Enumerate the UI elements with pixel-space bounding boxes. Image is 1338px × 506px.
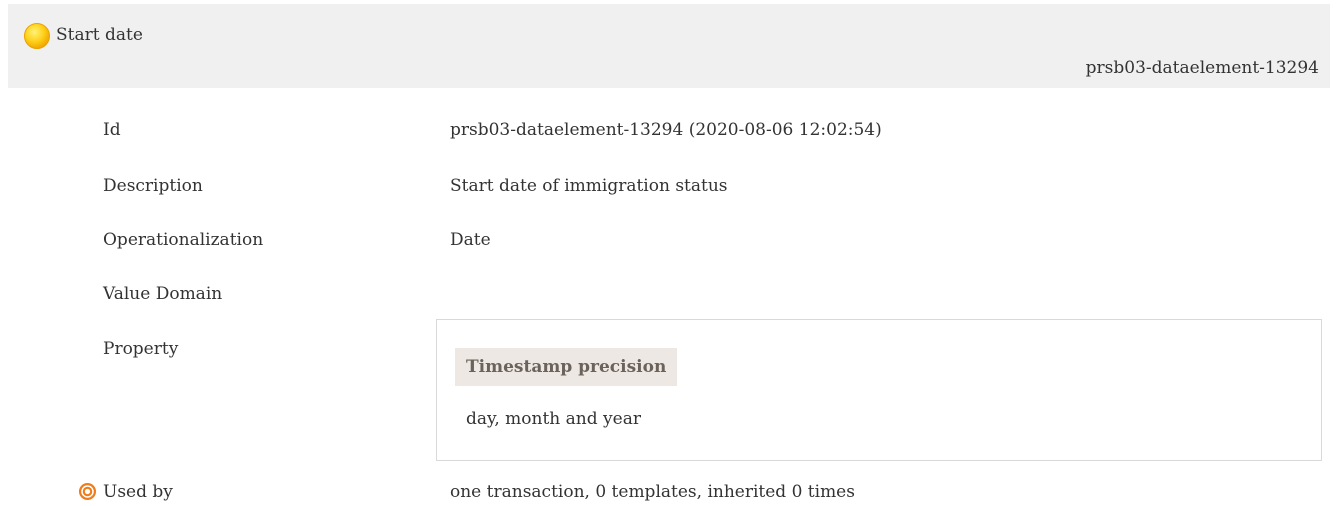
header-bar: Start date prsb03-dataelement-13294 (8, 4, 1330, 88)
id-value: prsb03-dataelement-13294 (2020-08-06 12:… (450, 120, 882, 140)
value-domain-label: Value Domain (103, 284, 223, 304)
property-name: Timestamp precision (455, 348, 678, 386)
header-id: prsb03-dataelement-13294 (1085, 58, 1319, 78)
property-box: Timestamp precision day, month and year (436, 319, 1322, 461)
property-value: day, month and year (466, 409, 641, 429)
status-circle-icon (24, 23, 50, 49)
description-value: Start date of immigration status (450, 176, 728, 196)
operationalization-value: Date (450, 230, 491, 250)
description-label: Description (103, 176, 203, 196)
property-label: Property (103, 339, 179, 359)
operationalization-label: Operationalization (103, 230, 264, 250)
used-by-value: one transaction, 0 templates, inherited … (450, 482, 855, 502)
target-icon (78, 482, 97, 501)
used-by-label: Used by (103, 482, 173, 502)
page-title: Start date (56, 25, 143, 45)
id-label: Id (103, 120, 121, 140)
